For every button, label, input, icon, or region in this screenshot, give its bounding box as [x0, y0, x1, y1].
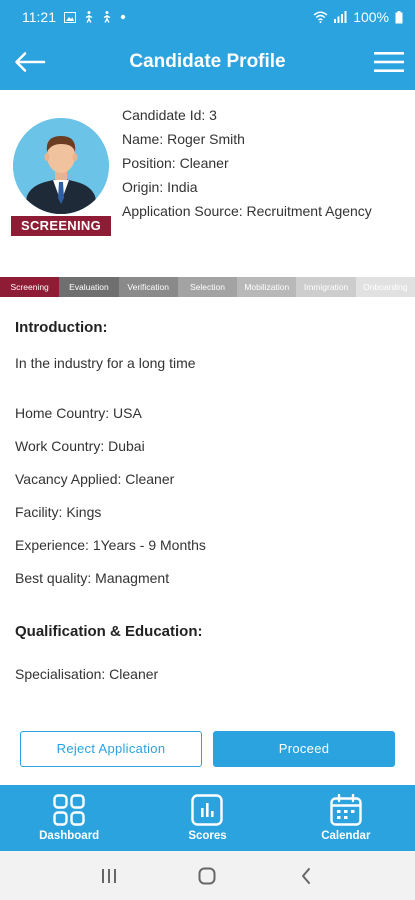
candidate-origin: Origin: India — [122, 179, 198, 195]
nav-dashboard-label: Dashboard — [39, 830, 100, 842]
best-quality: Best quality: Managment — [15, 570, 170, 586]
battery-percentage: 100% — [353, 9, 389, 25]
action-buttons: Reject Application Proceed — [0, 731, 415, 769]
recent-apps-icon — [102, 868, 117, 883]
home-button[interactable] — [187, 856, 227, 896]
calendar-icon — [330, 794, 362, 826]
qualification-heading: Qualification & Education: — [15, 623, 203, 640]
bar-chart-icon — [191, 794, 224, 826]
system-nav-bar — [0, 851, 415, 900]
introduction-text: In the industry for a long time — [15, 355, 196, 371]
nav-scores-label: Scores — [188, 830, 227, 842]
candidate-id: Candidate Id: 3 — [122, 107, 217, 123]
candidate-application-source: Application Source: Recruitment Agency — [122, 203, 372, 219]
reject-application-button[interactable]: Reject Application — [20, 731, 202, 767]
candidate-name: Name: Roger Smith — [122, 131, 245, 147]
chevron-left-icon — [301, 867, 310, 884]
vacancy-applied: Vacancy Applied: Cleaner — [15, 471, 175, 487]
stage-immigration[interactable]: Immigration — [296, 277, 356, 297]
stage-selection[interactable]: Selection — [177, 277, 238, 297]
menu-button[interactable] — [371, 46, 407, 78]
person-avatar-icon — [13, 118, 109, 214]
stage-progress-bar: Screening Evaluation Verification Select… — [0, 277, 415, 297]
hamburger-menu-icon — [374, 52, 404, 72]
facility: Facility: Kings — [15, 504, 102, 520]
walk-icon — [102, 11, 112, 23]
bottom-nav: Dashboard Scores Calendar — [0, 785, 415, 851]
stage-screening[interactable]: Screening — [0, 277, 60, 297]
work-country: Work Country: Dubai — [15, 438, 145, 454]
stage-mobilization[interactable]: Mobilization — [237, 277, 297, 297]
stage-evaluation[interactable]: Evaluation — [59, 277, 119, 297]
profile-header: SCREENING Candidate Id: 3 Name: Roger Sm… — [0, 90, 415, 266]
app-bar: Candidate Profile — [0, 34, 415, 90]
avatar — [13, 118, 109, 214]
proceed-button[interactable]: Proceed — [213, 731, 395, 767]
nav-calendar-label: Calendar — [321, 830, 371, 842]
nav-dashboard[interactable]: Dashboard — [0, 785, 138, 851]
back-button[interactable] — [12, 46, 48, 78]
status-badge: SCREENING — [11, 216, 111, 236]
status-time: 11:21 — [22, 9, 56, 25]
nav-calendar[interactable]: Calendar — [277, 785, 415, 851]
experience: Experience: 1Years - 9 Months — [15, 537, 206, 553]
candidate-position: Position: Cleaner — [122, 155, 229, 171]
stage-verification[interactable]: Verification — [118, 277, 178, 297]
dot-icon — [120, 14, 126, 20]
candidate-info: Candidate Id: 3 Name: Roger Smith Positi… — [122, 104, 372, 224]
status-bar: 11:21 100% — [0, 0, 415, 34]
home-country: Home Country: USA — [15, 405, 142, 421]
battery-icon — [395, 10, 403, 24]
nav-scores[interactable]: Scores — [138, 785, 276, 851]
walk-icon — [84, 11, 94, 23]
home-icon — [198, 867, 216, 884]
specialisation: Specialisation: Cleaner — [15, 666, 159, 682]
recent-apps-button[interactable] — [89, 856, 129, 896]
signal-icon — [334, 11, 347, 23]
page-title: Candidate Profile — [129, 51, 286, 72]
stage-onboarding[interactable]: Onboarding — [355, 277, 415, 297]
system-back-button[interactable] — [286, 856, 326, 896]
status-left: 11:21 — [22, 9, 126, 25]
status-right: 100% — [313, 9, 403, 25]
introduction-heading: Introduction: — [15, 319, 108, 336]
image-icon — [64, 11, 76, 23]
wifi-icon — [313, 11, 328, 23]
arrow-left-icon — [15, 52, 46, 72]
grid-icon — [53, 794, 85, 826]
